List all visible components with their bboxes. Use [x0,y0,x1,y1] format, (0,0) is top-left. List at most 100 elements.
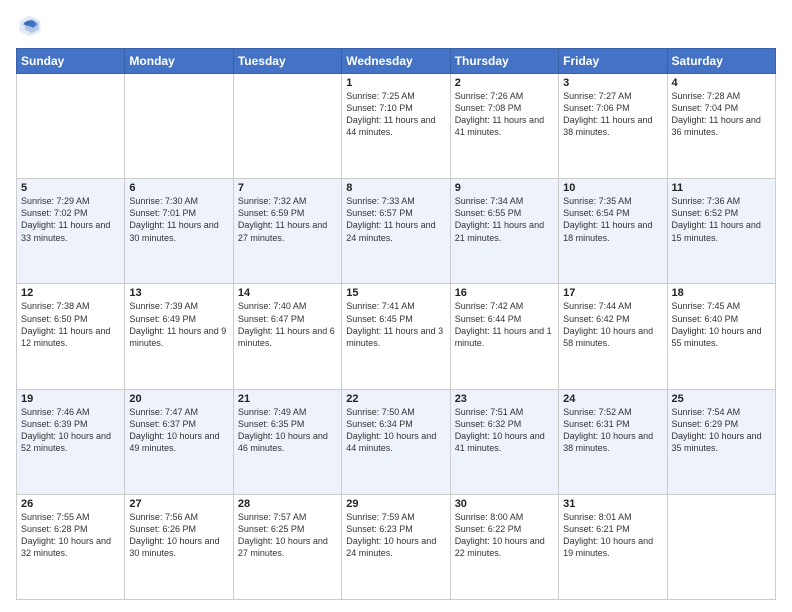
cell-details: Sunrise: 7:38 AMSunset: 6:50 PMDaylight:… [21,300,120,349]
day-number: 29 [346,498,445,510]
calendar-cell: 29Sunrise: 7:59 AMSunset: 6:23 PMDayligh… [342,494,450,599]
calendar-week: 26Sunrise: 7:55 AMSunset: 6:28 PMDayligh… [17,494,776,599]
weekday-header: Thursday [450,49,558,74]
weekday-header: Sunday [17,49,125,74]
day-number: 5 [21,182,120,194]
cell-details: Sunrise: 7:42 AMSunset: 6:44 PMDaylight:… [455,300,554,349]
cell-details: Sunrise: 8:01 AMSunset: 6:21 PMDaylight:… [563,511,662,560]
day-number: 26 [21,498,120,510]
calendar-cell: 15Sunrise: 7:41 AMSunset: 6:45 PMDayligh… [342,284,450,389]
day-number: 2 [455,77,554,89]
day-number: 1 [346,77,445,89]
day-number: 21 [238,393,337,405]
day-number: 24 [563,393,662,405]
logo-icon [16,12,44,40]
calendar-cell: 7Sunrise: 7:32 AMSunset: 6:59 PMDaylight… [233,179,341,284]
cell-details: Sunrise: 8:00 AMSunset: 6:22 PMDaylight:… [455,511,554,560]
calendar-cell: 27Sunrise: 7:56 AMSunset: 6:26 PMDayligh… [125,494,233,599]
calendar-cell: 1Sunrise: 7:25 AMSunset: 7:10 PMDaylight… [342,74,450,179]
day-number: 31 [563,498,662,510]
day-number: 17 [563,287,662,299]
calendar-cell: 10Sunrise: 7:35 AMSunset: 6:54 PMDayligh… [559,179,667,284]
cell-details: Sunrise: 7:52 AMSunset: 6:31 PMDaylight:… [563,406,662,455]
calendar-cell: 28Sunrise: 7:57 AMSunset: 6:25 PMDayligh… [233,494,341,599]
day-number: 6 [129,182,228,194]
cell-details: Sunrise: 7:41 AMSunset: 6:45 PMDaylight:… [346,300,445,349]
day-number: 22 [346,393,445,405]
cell-details: Sunrise: 7:57 AMSunset: 6:25 PMDaylight:… [238,511,337,560]
calendar-cell: 26Sunrise: 7:55 AMSunset: 6:28 PMDayligh… [17,494,125,599]
cell-details: Sunrise: 7:27 AMSunset: 7:06 PMDaylight:… [563,90,662,139]
cell-details: Sunrise: 7:32 AMSunset: 6:59 PMDaylight:… [238,195,337,244]
calendar-cell: 5Sunrise: 7:29 AMSunset: 7:02 PMDaylight… [17,179,125,284]
cell-details: Sunrise: 7:36 AMSunset: 6:52 PMDaylight:… [672,195,771,244]
calendar-cell: 13Sunrise: 7:39 AMSunset: 6:49 PMDayligh… [125,284,233,389]
cell-details: Sunrise: 7:35 AMSunset: 6:54 PMDaylight:… [563,195,662,244]
day-number: 20 [129,393,228,405]
calendar-cell: 22Sunrise: 7:50 AMSunset: 6:34 PMDayligh… [342,389,450,494]
day-number: 10 [563,182,662,194]
calendar-cell: 18Sunrise: 7:45 AMSunset: 6:40 PMDayligh… [667,284,775,389]
day-number: 8 [346,182,445,194]
calendar-cell: 30Sunrise: 8:00 AMSunset: 6:22 PMDayligh… [450,494,558,599]
calendar-cell: 6Sunrise: 7:30 AMSunset: 7:01 PMDaylight… [125,179,233,284]
calendar-cell: 24Sunrise: 7:52 AMSunset: 6:31 PMDayligh… [559,389,667,494]
calendar-week: 5Sunrise: 7:29 AMSunset: 7:02 PMDaylight… [17,179,776,284]
calendar-week: 19Sunrise: 7:46 AMSunset: 6:39 PMDayligh… [17,389,776,494]
cell-details: Sunrise: 7:44 AMSunset: 6:42 PMDaylight:… [563,300,662,349]
day-number: 16 [455,287,554,299]
cell-details: Sunrise: 7:25 AMSunset: 7:10 PMDaylight:… [346,90,445,139]
cell-details: Sunrise: 7:33 AMSunset: 6:57 PMDaylight:… [346,195,445,244]
calendar-cell [125,74,233,179]
cell-details: Sunrise: 7:59 AMSunset: 6:23 PMDaylight:… [346,511,445,560]
day-number: 13 [129,287,228,299]
cell-details: Sunrise: 7:55 AMSunset: 6:28 PMDaylight:… [21,511,120,560]
day-number: 7 [238,182,337,194]
weekday-header: Saturday [667,49,775,74]
header [16,12,776,40]
calendar-cell: 14Sunrise: 7:40 AMSunset: 6:47 PMDayligh… [233,284,341,389]
cell-details: Sunrise: 7:40 AMSunset: 6:47 PMDaylight:… [238,300,337,349]
header-row: SundayMondayTuesdayWednesdayThursdayFrid… [17,49,776,74]
calendar-cell: 21Sunrise: 7:49 AMSunset: 6:35 PMDayligh… [233,389,341,494]
day-number: 9 [455,182,554,194]
cell-details: Sunrise: 7:30 AMSunset: 7:01 PMDaylight:… [129,195,228,244]
day-number: 15 [346,287,445,299]
weekday-header: Tuesday [233,49,341,74]
cell-details: Sunrise: 7:39 AMSunset: 6:49 PMDaylight:… [129,300,228,349]
cell-details: Sunrise: 7:51 AMSunset: 6:32 PMDaylight:… [455,406,554,455]
day-number: 19 [21,393,120,405]
day-number: 27 [129,498,228,510]
cell-details: Sunrise: 7:47 AMSunset: 6:37 PMDaylight:… [129,406,228,455]
day-number: 30 [455,498,554,510]
calendar-cell: 25Sunrise: 7:54 AMSunset: 6:29 PMDayligh… [667,389,775,494]
calendar-cell: 3Sunrise: 7:27 AMSunset: 7:06 PMDaylight… [559,74,667,179]
calendar-cell: 4Sunrise: 7:28 AMSunset: 7:04 PMDaylight… [667,74,775,179]
day-number: 23 [455,393,554,405]
calendar-cell: 12Sunrise: 7:38 AMSunset: 6:50 PMDayligh… [17,284,125,389]
day-number: 25 [672,393,771,405]
cell-details: Sunrise: 7:45 AMSunset: 6:40 PMDaylight:… [672,300,771,349]
cell-details: Sunrise: 7:29 AMSunset: 7:02 PMDaylight:… [21,195,120,244]
calendar-cell [667,494,775,599]
cell-details: Sunrise: 7:46 AMSunset: 6:39 PMDaylight:… [21,406,120,455]
cell-details: Sunrise: 7:56 AMSunset: 6:26 PMDaylight:… [129,511,228,560]
calendar-cell: 17Sunrise: 7:44 AMSunset: 6:42 PMDayligh… [559,284,667,389]
day-number: 4 [672,77,771,89]
calendar-cell: 16Sunrise: 7:42 AMSunset: 6:44 PMDayligh… [450,284,558,389]
calendar-table: SundayMondayTuesdayWednesdayThursdayFrid… [16,48,776,600]
logo [16,12,48,40]
calendar-week: 1Sunrise: 7:25 AMSunset: 7:10 PMDaylight… [17,74,776,179]
weekday-header: Wednesday [342,49,450,74]
day-number: 11 [672,182,771,194]
calendar-cell [17,74,125,179]
weekday-header: Friday [559,49,667,74]
calendar-cell: 20Sunrise: 7:47 AMSunset: 6:37 PMDayligh… [125,389,233,494]
calendar-cell [233,74,341,179]
cell-details: Sunrise: 7:26 AMSunset: 7:08 PMDaylight:… [455,90,554,139]
calendar-cell: 23Sunrise: 7:51 AMSunset: 6:32 PMDayligh… [450,389,558,494]
cell-details: Sunrise: 7:49 AMSunset: 6:35 PMDaylight:… [238,406,337,455]
calendar-week: 12Sunrise: 7:38 AMSunset: 6:50 PMDayligh… [17,284,776,389]
calendar-cell: 11Sunrise: 7:36 AMSunset: 6:52 PMDayligh… [667,179,775,284]
page: SundayMondayTuesdayWednesdayThursdayFrid… [0,0,792,612]
